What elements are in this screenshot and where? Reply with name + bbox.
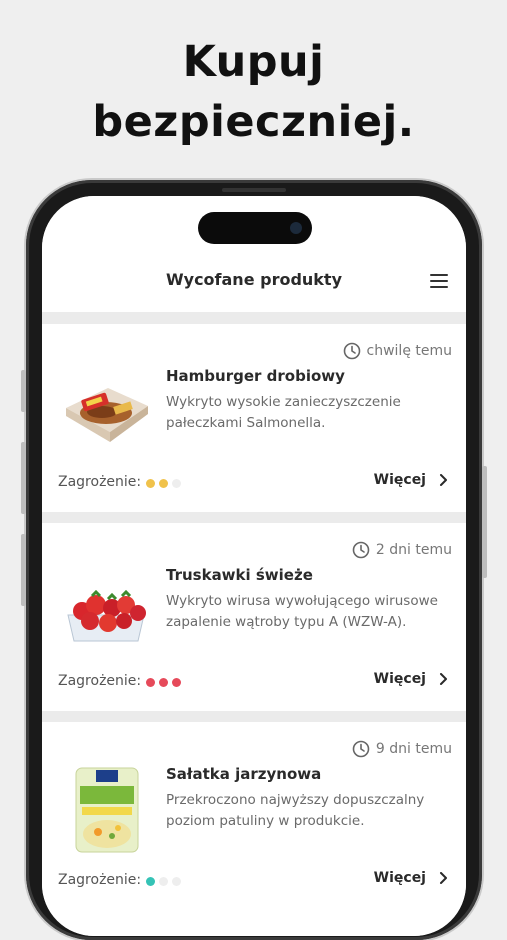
risk-label: Zagrożenie: xyxy=(58,474,142,490)
more-button-label: Więcej xyxy=(373,671,426,687)
risk-dot-empty xyxy=(159,877,168,886)
phone-mute-button xyxy=(21,370,26,412)
clock-icon xyxy=(343,342,360,360)
phone-power-button xyxy=(482,466,487,578)
risk-indicator xyxy=(146,678,181,687)
product-card[interactable]: 9 dni temu Sałatka jarzynowa Przekroczon… xyxy=(42,722,466,936)
camera-lens-icon xyxy=(290,222,302,234)
phone-screen: Wycofane produkty chwilę temu Hamburger … xyxy=(42,196,466,936)
chevron-right-icon xyxy=(440,673,447,685)
risk-label: Zagrożenie: xyxy=(58,872,142,888)
hamburger-menu-icon[interactable] xyxy=(430,274,448,288)
risk-dot-filled xyxy=(146,678,155,687)
risk-dot-filled xyxy=(159,479,168,488)
more-button-label: Więcej xyxy=(373,870,426,886)
phone-volume-up-button xyxy=(21,442,26,514)
headline: Kupuj bezpieczniej. xyxy=(0,32,507,152)
product-description: Wykryto wirusa wywołującego wirusowe zap… xyxy=(166,593,438,630)
dynamic-island xyxy=(198,212,312,244)
clock-icon xyxy=(352,740,370,758)
headline-line-2: bezpieczniej. xyxy=(92,97,415,147)
phone-speaker xyxy=(222,188,286,192)
risk-dot-filled xyxy=(172,678,181,687)
product-image-salad xyxy=(75,767,139,853)
risk-label: Zagrożenie: xyxy=(58,673,142,689)
timestamp-text: 2 dni temu xyxy=(375,542,452,558)
more-button[interactable]: Więcej xyxy=(374,870,448,886)
risk-dot-filled xyxy=(159,678,168,687)
timestamp: 2 dni temu xyxy=(352,541,452,559)
more-button-label: Więcej xyxy=(373,472,426,488)
product-card[interactable]: 2 dni temu Truskawki świeże Wykryto wiru… xyxy=(42,523,466,711)
chevron-right-icon xyxy=(440,872,447,884)
page-title: Wycofane produkty xyxy=(165,270,343,289)
timestamp: chwilę temu xyxy=(343,342,452,360)
more-button[interactable]: Więcej xyxy=(374,472,448,488)
product-image-strawberries xyxy=(67,589,146,642)
product-description: Wykryto wysokie zanieczyszczenie pałeczk… xyxy=(166,394,401,431)
chevron-right-icon xyxy=(440,474,447,486)
risk-indicator xyxy=(146,479,181,488)
product-card[interactable]: chwilę temu Hamburger drobiowy Wykryto w… xyxy=(42,324,466,512)
product-description: Przekroczono najwyższy dopuszczalny pozi… xyxy=(166,792,425,829)
more-button[interactable]: Więcej xyxy=(374,671,448,687)
risk-dot-empty xyxy=(172,877,181,886)
risk-dot-filled xyxy=(146,877,155,886)
product-name: Hamburger drobiowy xyxy=(166,367,345,385)
product-name: Truskawki świeże xyxy=(166,566,313,584)
timestamp-text: chwilę temu xyxy=(366,343,452,359)
risk-dot-filled xyxy=(146,479,155,488)
phone-volume-down-button xyxy=(21,534,26,606)
clock-icon xyxy=(352,541,370,559)
product-image-hamburger xyxy=(66,388,148,442)
timestamp: 9 dni temu xyxy=(352,740,452,758)
risk-dot-empty xyxy=(172,479,181,488)
headline-line-1: Kupuj xyxy=(182,37,325,87)
timestamp-text: 9 dni temu xyxy=(375,741,452,757)
product-name: Sałatka jarzynowa xyxy=(166,765,322,783)
risk-indicator xyxy=(146,877,181,886)
